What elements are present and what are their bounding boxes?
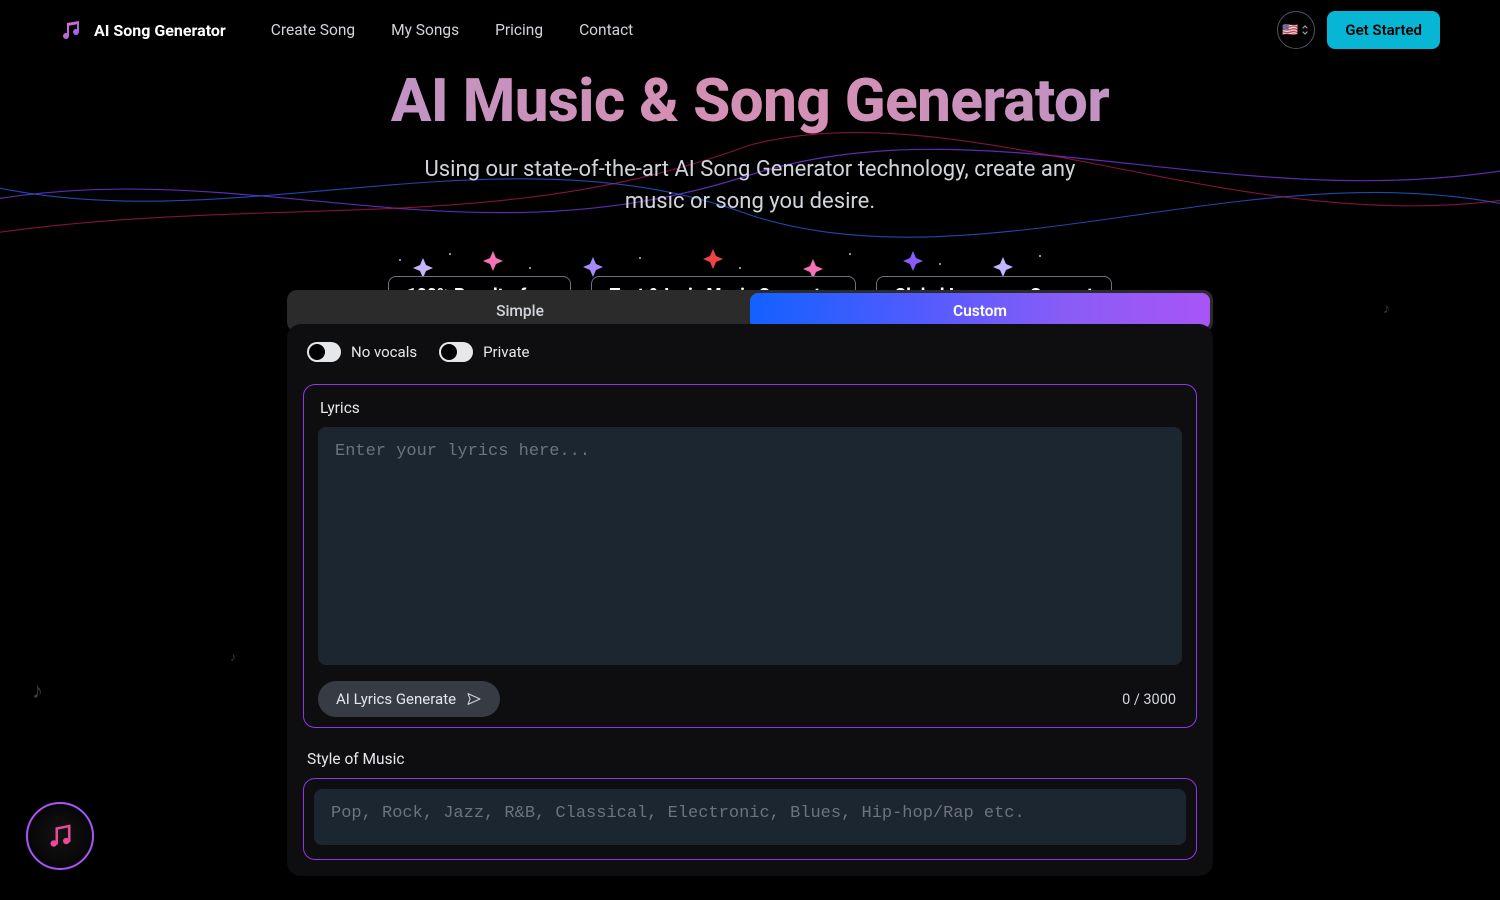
hero: AI Music & Song Generator Using our stat… (0, 65, 1500, 314)
page-title: AI Music & Song Generator (0, 65, 1500, 136)
page-subtitle: Using our state-of-the-art AI Song Gener… (410, 154, 1090, 218)
chevron-updown-icon (1300, 25, 1310, 35)
style-card (303, 778, 1197, 860)
flag-icon: 🇺🇸 (1282, 23, 1298, 38)
nav-pricing[interactable]: Pricing (495, 21, 543, 39)
ai-lyrics-generate-label: AI Lyrics Generate (336, 690, 456, 708)
lyrics-label: Lyrics (320, 399, 1182, 417)
style-label: Style of Music (307, 750, 1197, 768)
main-nav: Create Song My Songs Pricing Contact (271, 21, 633, 39)
brand-music-icon (60, 18, 84, 42)
music-icon (45, 821, 75, 851)
song-form: No vocals Private Lyrics AI Lyrics Gener… (287, 324, 1213, 876)
switch-no-vocals[interactable] (307, 342, 341, 362)
nav-create-song[interactable]: Create Song (271, 21, 355, 39)
style-input[interactable] (314, 789, 1186, 845)
music-note-icon: ♪ (32, 678, 43, 704)
nav-my-songs[interactable]: My Songs (391, 21, 459, 39)
lyrics-card: Lyrics AI Lyrics Generate 0 / 3000 (303, 384, 1197, 728)
brand-name: AI Song Generator (94, 21, 226, 40)
get-started-button[interactable]: Get Started (1327, 11, 1440, 49)
switch-private[interactable] (439, 342, 473, 362)
lyrics-input[interactable] (318, 427, 1182, 665)
header: AI Song Generator Create Song My Songs P… (0, 0, 1500, 60)
ai-lyrics-generate-button[interactable]: AI Lyrics Generate (318, 681, 500, 717)
toggle-no-vocals-label: No vocals (351, 343, 417, 361)
music-fab-button[interactable] (26, 802, 94, 870)
toggle-private[interactable]: Private (439, 342, 529, 362)
toggle-private-label: Private (483, 343, 529, 361)
language-selector[interactable]: 🇺🇸 (1277, 11, 1315, 49)
music-note-icon: ♪ (230, 650, 236, 664)
brand[interactable]: AI Song Generator (60, 18, 226, 42)
lyrics-char-counter: 0 / 3000 (1122, 691, 1182, 708)
send-icon (466, 691, 482, 707)
toggle-no-vocals[interactable]: No vocals (307, 342, 417, 362)
nav-contact[interactable]: Contact (579, 21, 633, 39)
